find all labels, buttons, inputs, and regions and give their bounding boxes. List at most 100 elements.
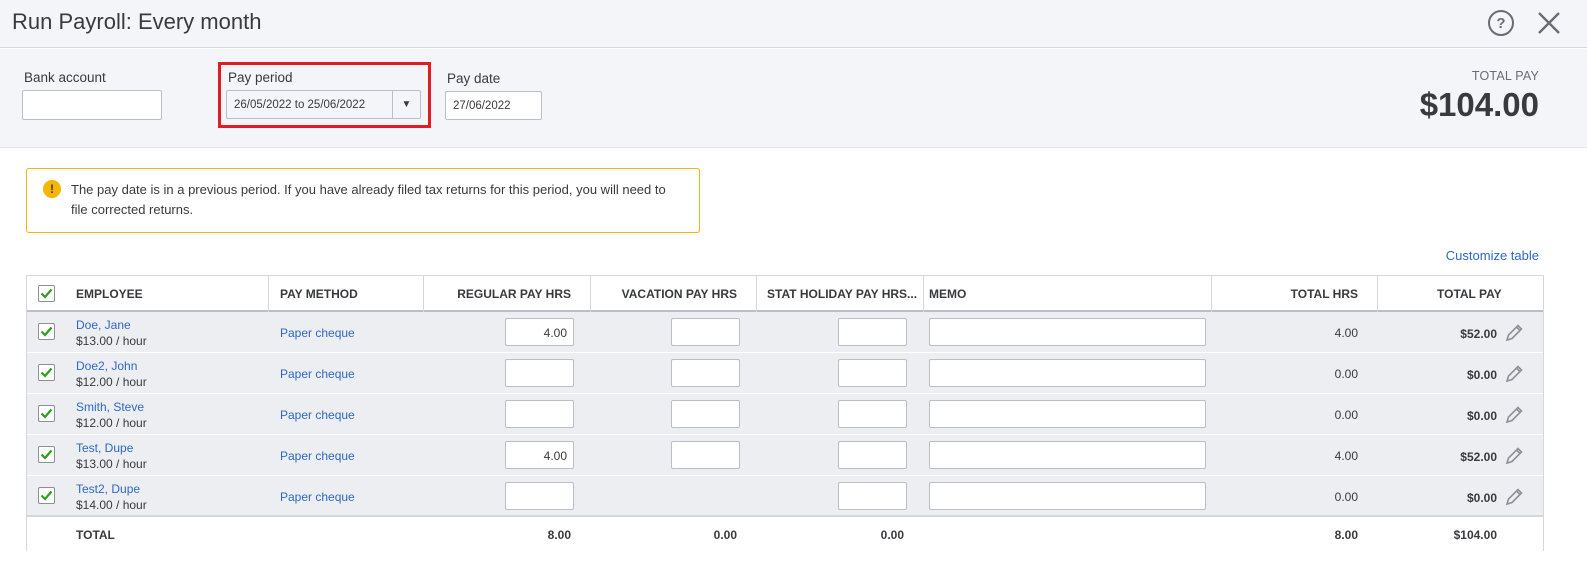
column-header-vacation-pay-hrs[interactable]: VACATION PAY HRS	[594, 287, 737, 301]
check-icon	[40, 326, 53, 337]
regular-pay-hrs-input[interactable]: 4.00	[505, 318, 574, 346]
pencil-icon[interactable]	[1503, 322, 1525, 344]
vacation-pay-hrs-input[interactable]	[671, 400, 740, 428]
column-header-employee[interactable]: EMPLOYEE	[76, 287, 143, 301]
warning-icon: !	[43, 180, 61, 198]
stat-holiday-pay-hrs-input[interactable]	[838, 400, 907, 428]
total-pay-label: TOTAL PAY	[1471, 69, 1539, 83]
employee-name-link[interactable]: Doe2, John	[76, 359, 137, 373]
employee-name-link[interactable]: Test2, Dupe	[76, 482, 140, 496]
regular-pay-hrs-input[interactable]	[505, 359, 574, 387]
total-vacation-pay-hrs: 0.00	[713, 528, 737, 542]
employee-rate: $13.00 / hour	[76, 457, 147, 471]
regular-pay-hrs-input[interactable]	[505, 482, 574, 510]
table-row: Smith, Steve $12.00 / hour Paper cheque …	[27, 394, 1543, 435]
pay-date-field[interactable]: 27/06/2022	[445, 91, 542, 120]
total-hrs-value: 0.00	[1334, 367, 1358, 381]
column-divider	[590, 276, 591, 312]
table-header: EMPLOYEE PAY METHOD REGULAR PAY HRS VACA…	[27, 276, 1543, 312]
stat-holiday-pay-hrs-input[interactable]	[838, 318, 907, 346]
total-hrs-value: 0.00	[1334, 408, 1358, 422]
column-header-total-pay[interactable]: TOTAL PAY	[1437, 287, 1502, 301]
employee-name-link[interactable]: Smith, Steve	[76, 400, 144, 414]
pencil-icon[interactable]	[1503, 486, 1525, 508]
column-header-regular-pay-hrs[interactable]: REGULAR PAY HRS	[427, 287, 571, 301]
bank-account-label: Bank account	[24, 70, 106, 85]
column-divider	[1377, 276, 1378, 312]
pencil-icon[interactable]	[1503, 363, 1525, 385]
check-icon	[40, 288, 53, 299]
row-checkbox[interactable]	[38, 487, 55, 504]
pencil-icon[interactable]	[1503, 445, 1525, 467]
employee-name-link[interactable]: Doe, Jane	[76, 318, 131, 332]
regular-pay-hrs-input[interactable]: 4.00	[505, 441, 574, 469]
total-hrs-value: 4.00	[1334, 449, 1358, 463]
title-bar: Run Payroll: Every month ?	[0, 0, 1587, 48]
page-title: Run Payroll: Every month	[12, 9, 262, 34]
check-icon	[40, 367, 53, 378]
pay-method-link[interactable]: Paper cheque	[280, 449, 355, 463]
employee-rate: $12.00 / hour	[76, 416, 147, 430]
row-checkbox[interactable]	[38, 364, 55, 381]
total-pay-value: $0.00	[1466, 491, 1497, 505]
table-total-row: TOTAL 8.00 0.00 0.00 8.00 $104.00	[27, 515, 1543, 551]
memo-input[interactable]	[929, 400, 1206, 428]
column-divider	[268, 276, 269, 312]
stat-holiday-pay-hrs-input[interactable]	[838, 482, 907, 510]
total-pay-value: $52.00	[1460, 450, 1497, 464]
pay-method-link[interactable]: Paper cheque	[280, 367, 355, 381]
pay-method-link[interactable]: Paper cheque	[280, 326, 355, 340]
employee-rate: $13.00 / hour	[76, 334, 147, 348]
regular-pay-hrs-input[interactable]	[505, 400, 574, 428]
row-checkbox[interactable]	[38, 323, 55, 340]
pay-method-link[interactable]: Paper cheque	[280, 490, 355, 504]
employee-rate: $12.00 / hour	[76, 375, 147, 389]
warning-banner: ! The pay date is in a previous period. …	[26, 168, 700, 233]
bank-account-field[interactable]	[22, 90, 162, 120]
memo-input[interactable]	[929, 318, 1206, 346]
column-header-pay-method[interactable]: PAY METHOD	[280, 287, 358, 301]
close-icon[interactable]	[1534, 8, 1564, 38]
help-icon[interactable]: ?	[1488, 10, 1514, 36]
row-checkbox[interactable]	[38, 405, 55, 422]
column-divider	[423, 276, 424, 312]
pay-method-link[interactable]: Paper cheque	[280, 408, 355, 422]
row-checkbox[interactable]	[38, 446, 55, 463]
warning-text: The pay date is in a previous period. If…	[71, 182, 666, 217]
total-pay-sum: $104.00	[1453, 528, 1497, 542]
payroll-table: EMPLOYEE PAY METHOD REGULAR PAY HRS VACA…	[26, 275, 1544, 551]
total-regular-pay-hrs: 8.00	[547, 528, 571, 542]
check-icon	[40, 449, 53, 460]
total-hrs-value: 4.00	[1334, 326, 1358, 340]
pay-date-label: Pay date	[447, 71, 501, 86]
total-pay-value: $52.00	[1460, 327, 1497, 341]
column-divider	[1211, 276, 1212, 312]
memo-input[interactable]	[929, 482, 1206, 510]
stat-holiday-pay-hrs-input[interactable]	[838, 441, 907, 469]
column-header-total-hrs[interactable]: TOTAL HRS	[1217, 287, 1358, 301]
vacation-pay-hrs-input[interactable]	[671, 359, 740, 387]
column-divider	[756, 276, 757, 312]
column-header-stat-holiday-pay-hrs[interactable]: STAT HOLIDAY PAY HRS...	[767, 287, 917, 301]
total-label: TOTAL	[76, 528, 115, 542]
table-row: Test2, Dupe $14.00 / hour Paper cheque 0…	[27, 476, 1543, 517]
column-divider	[923, 276, 924, 312]
stat-holiday-pay-hrs-input[interactable]	[838, 359, 907, 387]
memo-input[interactable]	[929, 359, 1206, 387]
employee-name-link[interactable]: Test, Dupe	[76, 441, 133, 455]
column-header-memo[interactable]: MEMO	[929, 287, 966, 301]
table-row: Doe, Jane $13.00 / hour Paper cheque 4.0…	[27, 312, 1543, 353]
table-row: Doe2, John $12.00 / hour Paper cheque 0.…	[27, 353, 1543, 394]
select-all-checkbox[interactable]	[38, 285, 55, 302]
pencil-icon[interactable]	[1503, 404, 1525, 426]
vacation-pay-hrs-input[interactable]	[671, 441, 740, 469]
memo-input[interactable]	[929, 441, 1206, 469]
total-pay-value: $0.00	[1466, 368, 1497, 382]
total-pay-value: $0.00	[1466, 409, 1497, 423]
customize-table-link[interactable]: Customize table	[1446, 248, 1539, 263]
total-hrs-value: 0.00	[1334, 490, 1358, 504]
employee-rate: $14.00 / hour	[76, 498, 147, 512]
table-row: Test, Dupe $13.00 / hour Paper cheque 4.…	[27, 435, 1543, 476]
vacation-pay-hrs-input[interactable]	[671, 318, 740, 346]
total-hrs-sum: 8.00	[1334, 528, 1358, 542]
